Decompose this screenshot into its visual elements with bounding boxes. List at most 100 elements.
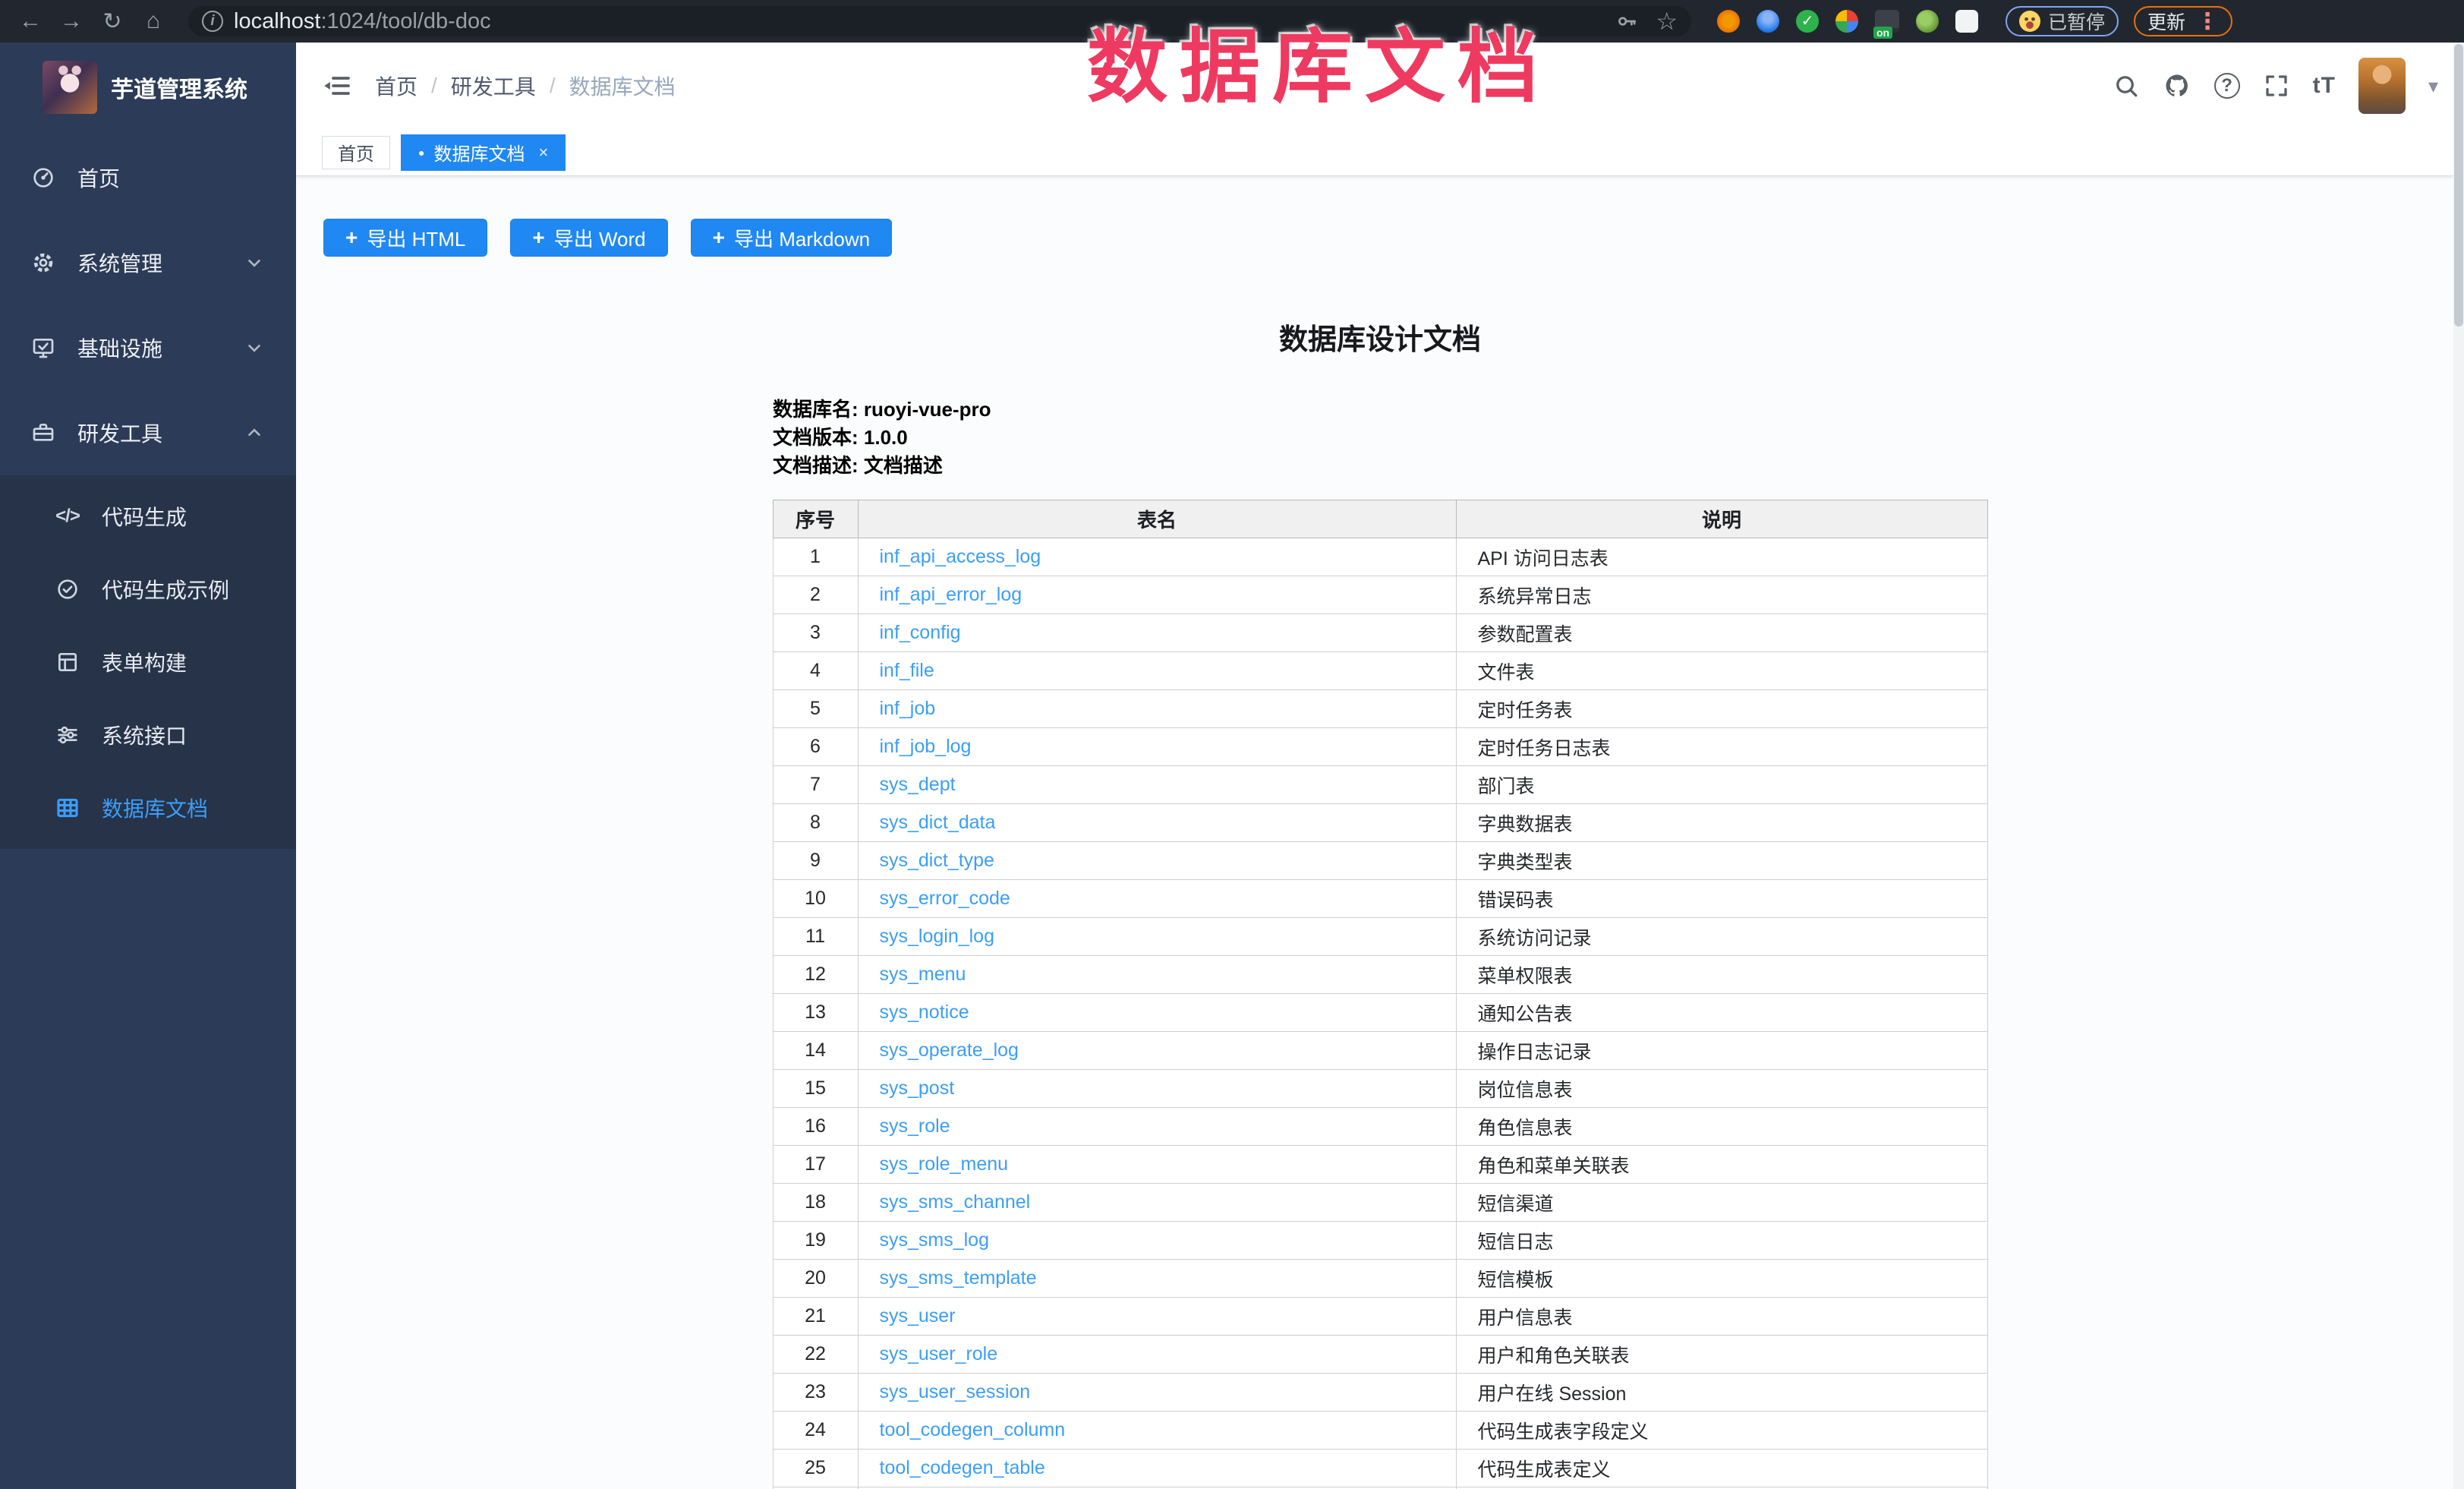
table-name-link[interactable]: tool_codegen_column — [880, 1419, 1066, 1440]
profile-paused-chip[interactable]: 已暂停 — [2006, 6, 2119, 36]
table-name-link[interactable]: sys_sms_channel — [880, 1191, 1031, 1213]
table-row: 17 sys_role_menu 角色和菜单关联表 — [773, 1146, 1987, 1184]
sidebar-item-home[interactable]: 首页 — [0, 135, 296, 220]
table-name-link[interactable]: inf_api_error_log — [880, 584, 1022, 605]
table-name-cell: inf_file — [858, 652, 1456, 690]
sidebar-item-system-api[interactable]: 系统接口 — [0, 699, 296, 771]
sidebar-item-system[interactable]: 系统管理 — [0, 220, 296, 305]
forward-icon[interactable]: → — [55, 5, 88, 38]
table-name-link[interactable]: sys_notice — [880, 1002, 969, 1023]
avatar[interactable] — [2358, 58, 2406, 114]
table-name-cell: sys_user — [858, 1298, 1456, 1336]
table-name-link[interactable]: inf_api_access_log — [880, 546, 1041, 567]
sidebar-item-label: 代码生成示例 — [102, 574, 229, 604]
table-name-cell: sys_notice — [858, 994, 1456, 1032]
table-name-link[interactable]: inf_file — [880, 660, 934, 681]
table-name-link[interactable]: sys_user_role — [880, 1343, 998, 1364]
table-name-link[interactable]: sys_user_session — [880, 1381, 1031, 1402]
password-key-icon[interactable] — [1615, 9, 1639, 33]
table-desc-cell: 通知公告表 — [1456, 994, 1987, 1032]
table-name-link[interactable]: sys_user — [880, 1305, 956, 1327]
table-name-link[interactable]: sys_post — [880, 1077, 955, 1099]
reload-icon[interactable]: ↻ — [96, 5, 129, 38]
avatar-caret-down-icon[interactable]: ▾ — [2428, 74, 2438, 98]
table-name-link[interactable]: sys_dept — [880, 774, 956, 795]
table-name-link[interactable]: sys_sms_log — [880, 1229, 990, 1251]
table-name-link[interactable]: sys_role_menu — [880, 1153, 1009, 1175]
export-html-button[interactable]: + 导出 HTML — [323, 219, 487, 257]
table-name-cell: inf_api_access_log — [858, 538, 1456, 576]
chrome-menu-icon[interactable]: ⋮ — [2196, 8, 2219, 35]
table-row: 21sys_user用户信息表 — [773, 1298, 1987, 1336]
breadcrumb-home[interactable]: 首页 — [375, 71, 417, 101]
logo-image[interactable] — [43, 61, 97, 114]
app-logo-row[interactable]: 芋道管理系统 — [43, 61, 296, 114]
github-icon[interactable] — [2163, 71, 2191, 100]
table-name-link[interactable]: sys_menu — [880, 964, 966, 985]
table-name-link[interactable]: inf_config — [880, 622, 961, 643]
table-name-link[interactable]: sys_operate_log — [880, 1039, 1019, 1061]
sidebar-collapse-icon[interactable] — [322, 71, 352, 101]
extension-icon[interactable] — [1916, 10, 1939, 33]
tab-db-doc[interactable]: ● 数据库文档 × — [401, 134, 566, 171]
table-desc-cell: 短信模板 — [1456, 1260, 1987, 1298]
bookmark-star-icon[interactable]: ☆ — [1656, 7, 1678, 36]
fullscreen-icon[interactable] — [2263, 72, 2290, 99]
back-icon[interactable]: ← — [14, 5, 47, 38]
extension-icon[interactable] — [1835, 10, 1858, 33]
table-desc-cell: 角色和菜单关联表 — [1456, 1146, 1987, 1184]
sliders-icon — [55, 722, 80, 748]
sidebar-item-code-gen-example[interactable]: 代码生成示例 — [0, 553, 296, 626]
table-desc-cell: 用户在线 Session — [1456, 1374, 1987, 1412]
address-bar[interactable]: i localhost:1024/tool/db-doc ☆ — [188, 6, 1691, 36]
table-name-link[interactable]: sys_login_log — [880, 926, 995, 947]
tab-home[interactable]: 首页 — [322, 136, 390, 169]
table-name-link[interactable]: sys_role — [880, 1115, 950, 1137]
site-info-icon[interactable]: i — [202, 11, 223, 32]
meta-value: ruoyi-vue-pro — [864, 398, 991, 421]
chevron-down-icon — [244, 338, 264, 358]
row-index-cell: 6 — [773, 728, 858, 766]
sidebar-item-infrastructure[interactable]: 基础设施 — [0, 305, 296, 390]
tags-view-bar: 首页 ● 数据库文档 × — [296, 129, 2464, 176]
table-name-link[interactable]: sys_sms_template — [880, 1267, 1037, 1289]
table-name-link[interactable]: sys_dict_data — [880, 812, 996, 833]
font-size-icon[interactable]: tT — [2313, 73, 2336, 99]
form-icon — [55, 649, 80, 675]
table-row: 3inf_config参数配置表 — [773, 614, 1987, 652]
paused-label: 已暂停 — [2048, 8, 2105, 35]
breadcrumb-dev-tools[interactable]: 研发工具 — [451, 71, 536, 101]
table-name-cell: sys_role_menu — [858, 1146, 1456, 1184]
table-name-link[interactable]: sys_error_code — [880, 888, 1010, 909]
table-desc-cell: 字典数据表 — [1456, 804, 1987, 842]
browser-update-button[interactable]: 更新 ⋮ — [2134, 6, 2232, 36]
button-label: 导出 HTML — [367, 224, 465, 252]
sidebar-item-db-doc[interactable]: 数据库文档 — [0, 771, 296, 844]
sidebar-item-dev-tools[interactable]: 研发工具 — [0, 390, 296, 475]
sidebar-item-form-builder[interactable]: 表单构建 — [0, 626, 296, 699]
export-word-button[interactable]: + 导出 Word — [510, 219, 667, 257]
export-markdown-button[interactable]: + 导出 Markdown — [691, 219, 893, 257]
table-row: 6inf_job_log定时任务日志表 — [773, 728, 1987, 766]
puzzle-extension-icon[interactable] — [1955, 10, 1978, 33]
table-name-link[interactable]: tool_codegen_table — [880, 1457, 1045, 1478]
table-name-link[interactable]: inf_job — [880, 698, 936, 719]
sidebar-item-code-generation[interactable]: </> 代码生成 — [0, 480, 296, 553]
search-icon[interactable] — [2113, 72, 2140, 99]
table-row: 5inf_job定时任务表 — [773, 690, 1987, 728]
table-name-link[interactable]: inf_job_log — [880, 736, 972, 757]
extension-icon[interactable] — [1717, 10, 1740, 33]
extension-check-icon[interactable]: ✓ — [1796, 10, 1819, 33]
extension-on-icon[interactable]: on — [1875, 10, 1899, 33]
tab-close-icon[interactable]: × — [538, 143, 548, 162]
table-desc-cell: 短信日志 — [1456, 1222, 1987, 1260]
row-index-cell: 17 — [773, 1146, 858, 1184]
help-icon[interactable]: ? — [2214, 73, 2240, 99]
url-text[interactable]: localhost:1024/tool/db-doc — [234, 9, 491, 34]
home-icon[interactable]: ⌂ — [137, 5, 170, 38]
extension-icon[interactable] — [1757, 10, 1779, 33]
scrollbar-thumb[interactable] — [2454, 44, 2463, 327]
row-index-cell: 4 — [773, 652, 858, 690]
table-name-link[interactable]: sys_dict_type — [880, 850, 994, 871]
monitor-icon — [30, 335, 56, 361]
